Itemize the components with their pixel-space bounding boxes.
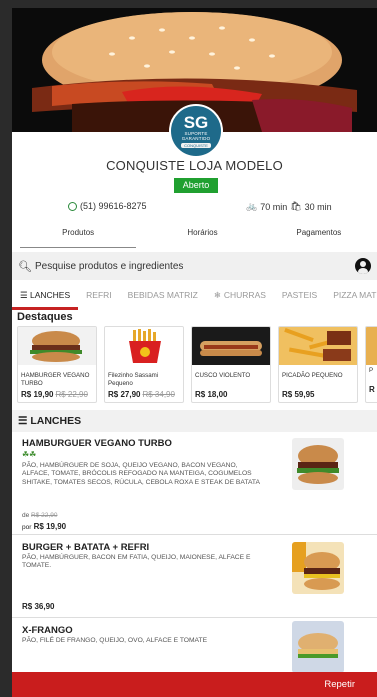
item-price: R$ 36,90	[22, 602, 55, 611]
product-image	[18, 327, 96, 365]
vegan-leaf-icon: ☘☘	[22, 450, 37, 459]
price: R$ 27,90	[108, 390, 141, 399]
store-phone[interactable]: (51) 99616-8275	[68, 201, 147, 211]
menu-item[interactable]: BURGER + BATATA + REFRI PÃO, HAMBÚRGUER,…	[12, 536, 377, 618]
item-image	[292, 542, 344, 594]
menu-item[interactable]: X-FRANGO PÃO, FILÉ DE FRANGO, QUEIJO, OV…	[12, 619, 377, 679]
product-image	[279, 327, 357, 365]
store-tabs: Produtos Horários Pagamentos	[12, 224, 377, 248]
store-screen: SG SUPORTE GARANTIDO CONQUISTE CONQUISTE…	[12, 8, 377, 697]
item-image	[292, 438, 344, 490]
old-price: R$ 22,90	[31, 512, 58, 519]
category-churras[interactable]: ❄ CHURRAS	[206, 286, 274, 310]
item-image	[292, 621, 344, 673]
highlight-name: CUSCO VIOLENTO	[195, 372, 251, 379]
highlight-card[interactable]: HAMBURGER VEGANO TURBO R$ 19,90 R$ 22,90	[17, 326, 97, 403]
highlight-price: R	[369, 385, 375, 394]
open-status-badge: Aberto	[174, 178, 218, 193]
category-bebidas-matriz[interactable]: BEBIDAS MATRIZ	[120, 286, 206, 310]
highlight-name: PICADÃO PEQUENO	[282, 372, 343, 379]
search-input[interactable]: Pesquise produtos e ingredientes	[35, 261, 183, 272]
highlight-name: P	[369, 367, 374, 374]
pickup-time: 30 min	[304, 201, 332, 212]
highlight-card[interactable]: CUSCO VIOLENTO R$ 18,00	[191, 326, 271, 403]
delivery-time: 70 min	[260, 201, 288, 212]
de-label: de	[22, 512, 30, 519]
price: R$ 19,90	[33, 522, 67, 531]
burger-icon: ☰	[18, 415, 28, 427]
search-icon: 🔍︎	[18, 260, 32, 273]
logo-band: CONQUISTE	[181, 142, 211, 148]
old-price: R$ 34,90	[142, 390, 175, 399]
old-price: R$ 22,90	[55, 390, 88, 399]
item-description: PÃO, HAMBÚRGUER DE SOJA, QUEIJO VEGANO, …	[22, 462, 260, 486]
highlights-carousel: HAMBURGER VEGANO TURBO R$ 19,90 R$ 22,90 …	[17, 326, 377, 406]
grill-icon: ❄	[213, 290, 221, 300]
product-image	[192, 327, 270, 365]
item-title: X-FRANGO	[22, 625, 73, 636]
category-refri[interactable]: REFRI	[78, 286, 120, 310]
category-pizza-matriz[interactable]: PIZZA MATRI	[325, 286, 377, 310]
app-frame: SG SUPORTE GARANTIDO CONQUISTE CONQUISTE…	[0, 0, 377, 697]
tab-produtos[interactable]: Produtos	[20, 224, 137, 248]
category-label: CHURRAS	[223, 290, 266, 300]
category-lanches[interactable]: ☰ LANCHES	[12, 286, 79, 310]
price: R$ 18,00	[195, 390, 228, 399]
item-description: PÃO, FILÉ DE FRANGO, QUEIJO, OVO, ALFACE…	[22, 637, 208, 644]
tab-horarios[interactable]: Horários	[144, 224, 260, 248]
highlights-title: Destaques	[17, 311, 73, 323]
category-tabs: ☰ LANCHES REFRI BEBIDAS MATRIZ ❄ CHURRAS P…	[12, 286, 377, 310]
delivery-times: 🚲 70 min 🛍 30 min	[246, 201, 332, 212]
whatsapp-icon	[68, 201, 77, 211]
highlight-price: R$ 18,00	[192, 390, 270, 399]
logo-initials: SG	[183, 112, 209, 132]
highlight-card[interactable]: PICADÃO PEQUENO R$ 59,95	[278, 326, 358, 403]
store-name: CONQUISTE LOJA MODELO	[106, 158, 283, 173]
highlight-card[interactable]: Filezinho Sassami Pequeno R$ 27,90 R$ 34,…	[104, 326, 184, 403]
item-title: HAMBURGUER VEGANO TURBO	[22, 438, 172, 449]
por-label: por	[22, 524, 32, 531]
highlight-name: Filezinho Sassami Pequeno	[108, 372, 159, 387]
user-account-icon[interactable]	[355, 258, 371, 274]
price: R$ 59,95	[282, 390, 315, 399]
item-old-price: de R$ 22,90	[22, 512, 57, 519]
tab-pagamentos[interactable]: Pagamentos	[261, 224, 377, 248]
highlight-price: R$ 19,90 R$ 22,90	[18, 390, 96, 399]
category-pasteis[interactable]: PASTEIS	[274, 286, 325, 310]
menu-group-title: LANCHES	[30, 415, 82, 427]
burger-icon: ☰	[20, 290, 28, 300]
logo-line2: GARANTIDO	[181, 135, 211, 141]
bike-icon: 🚲	[246, 201, 258, 211]
product-image	[366, 327, 377, 365]
menu-group-header: ☰ LANCHES	[12, 410, 377, 432]
highlight-price: R$ 27,90 R$ 34,90	[105, 390, 183, 399]
highlight-price: R$ 59,95	[279, 390, 357, 399]
product-image	[105, 327, 183, 365]
highlight-name: HAMBURGER VEGANO TURBO	[21, 372, 90, 387]
menu-item[interactable]: HAMBURGUER VEGANO TURBO ☘☘ PÃO, HAMBÚRGU…	[12, 432, 377, 535]
item-description: PÃO, HAMBÚRGUER, BACON EM FATIA, QUEIJO,…	[22, 554, 251, 570]
category-label: LANCHES	[30, 290, 71, 300]
search-bar[interactable]: 🔍︎ Pesquise produtos e ingredientes	[12, 252, 377, 280]
highlight-card[interactable]: P R	[365, 326, 377, 403]
price: R$ 19,90	[21, 390, 54, 399]
item-price: por R$ 19,90	[22, 522, 66, 531]
repeat-order-button[interactable]: Repetir	[12, 672, 377, 697]
bag-icon: 🛍	[290, 201, 302, 211]
item-title: BURGER + BATATA + REFRI	[22, 542, 150, 553]
store-logo: SG SUPORTE GARANTIDO CONQUISTE	[169, 104, 223, 158]
phone-number: (51) 99616-8275	[80, 201, 147, 211]
